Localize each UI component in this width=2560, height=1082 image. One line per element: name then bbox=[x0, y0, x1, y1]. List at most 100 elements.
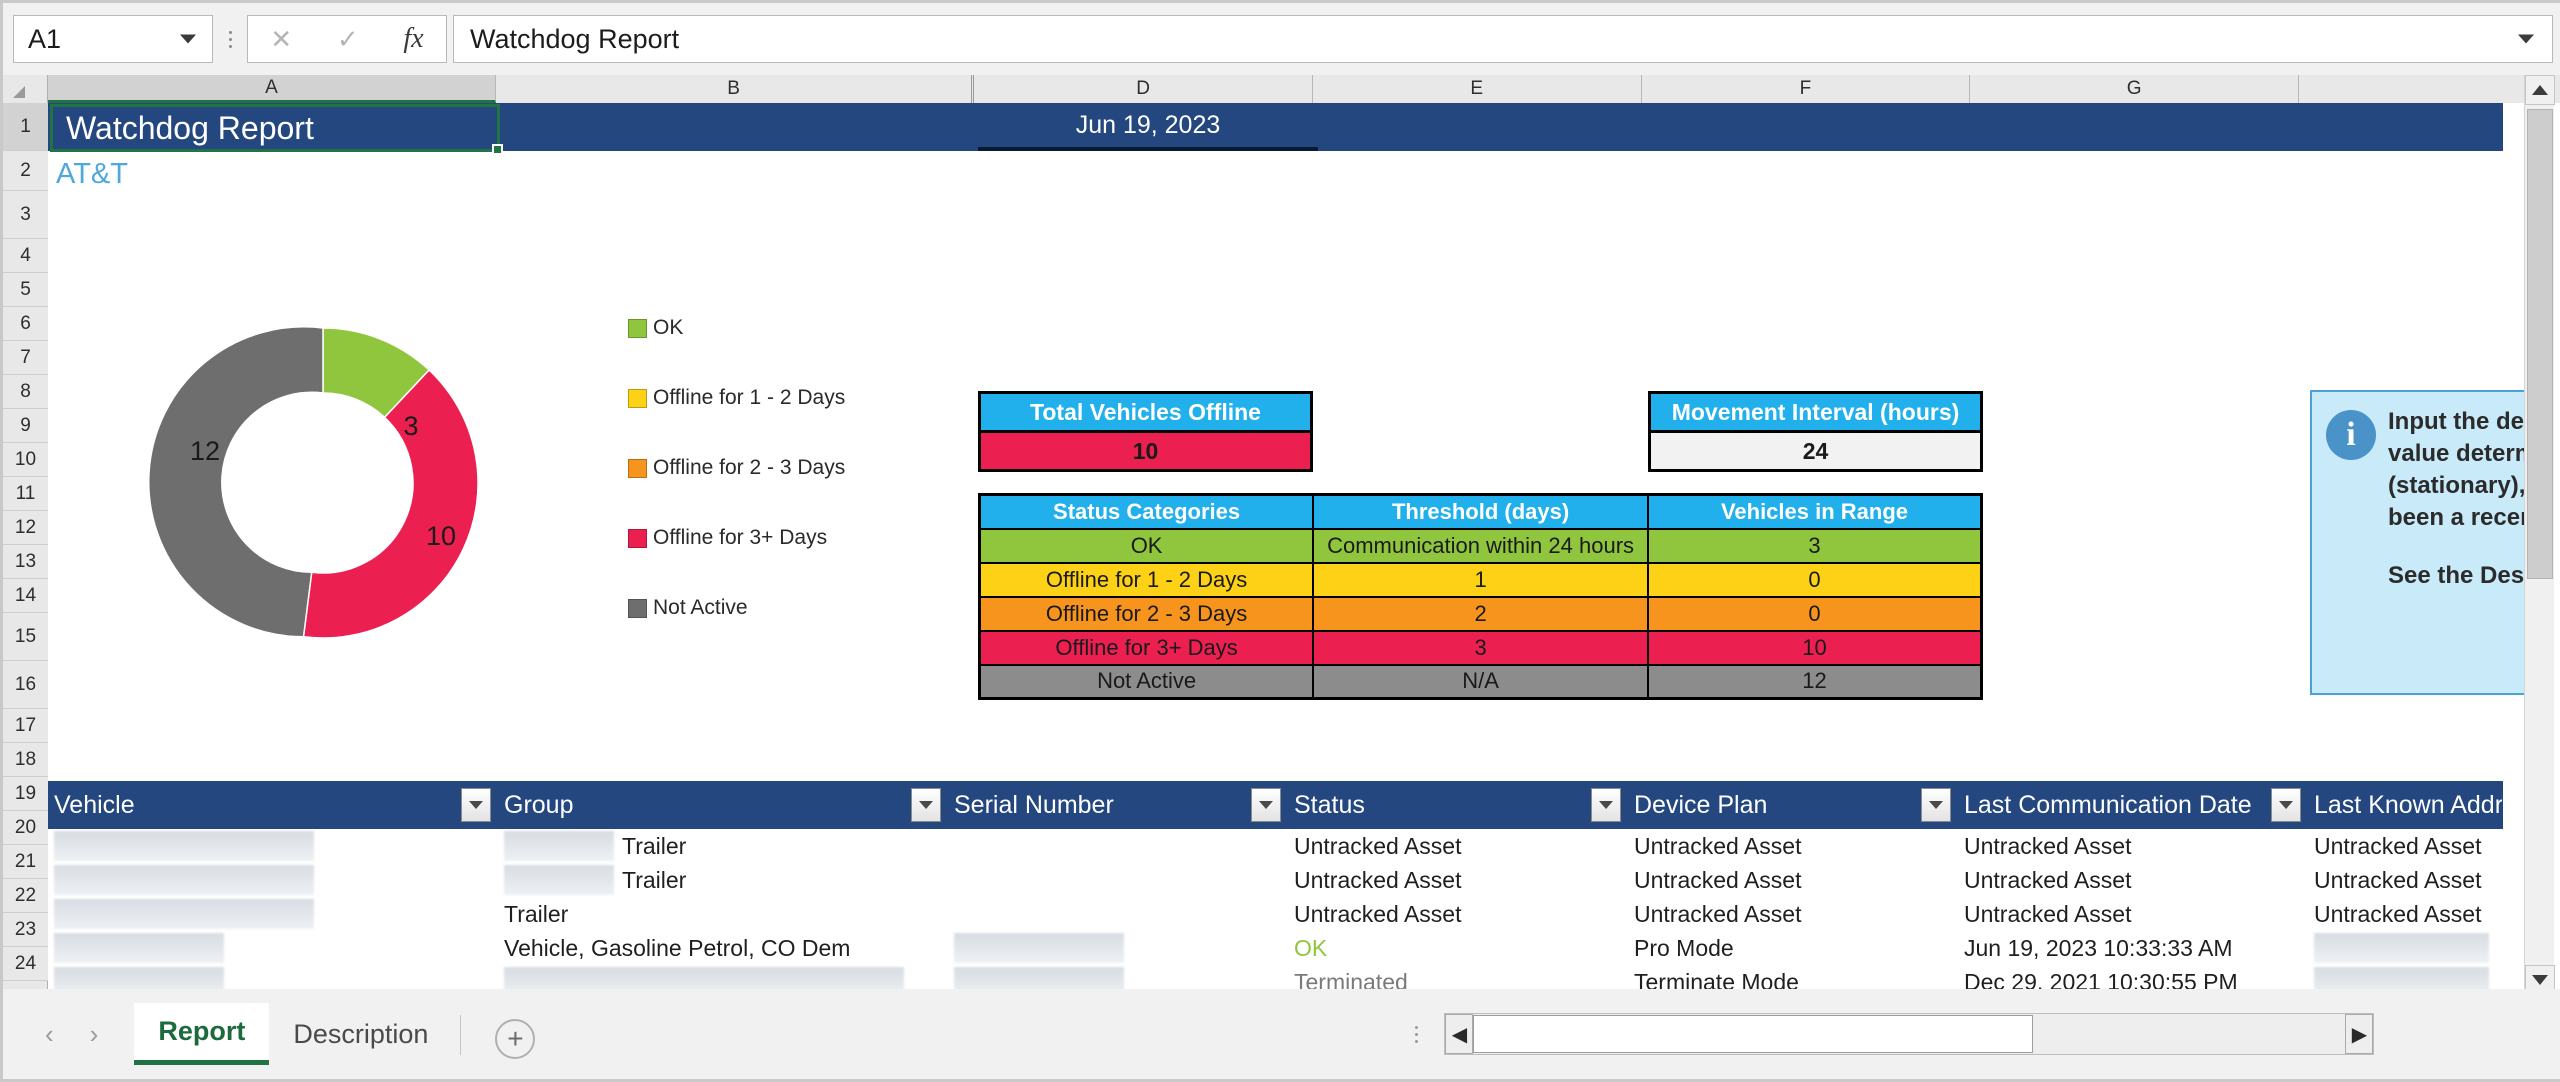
kpi-total-vehicles-offline: Total Vehicles Offline 10 bbox=[978, 391, 1313, 472]
formula-expand-icon[interactable] bbox=[2518, 34, 2534, 44]
row-header-24[interactable]: 24 bbox=[3, 947, 48, 981]
table-row[interactable]: Trailer Untracked Asset Untracked Asset … bbox=[48, 897, 2503, 931]
filter-dropdown-device-plan[interactable] bbox=[1921, 788, 1951, 822]
filter-dropdown-status[interactable] bbox=[1591, 788, 1621, 822]
filter-dropdown-group[interactable] bbox=[911, 788, 941, 822]
status-cell-threshold-offline-2-3: 2 bbox=[1312, 595, 1649, 632]
row-header-12[interactable]: 12 bbox=[3, 511, 48, 545]
chevron-left-icon[interactable]: ‹ bbox=[45, 1019, 54, 1050]
scroll-right-icon[interactable]: ▶ bbox=[2345, 1014, 2374, 1054]
row-header-6[interactable]: 6 bbox=[3, 307, 48, 341]
row-header-20[interactable]: 20 bbox=[3, 811, 48, 845]
chevron-down-icon[interactable] bbox=[180, 34, 196, 44]
legend-item-ok[interactable]: OK bbox=[628, 293, 958, 363]
column-header-d[interactable]: D bbox=[974, 75, 1313, 103]
data-th-device-plan-label: Device Plan bbox=[1634, 790, 1768, 819]
cancel-icon[interactable]: ✕ bbox=[270, 24, 292, 55]
data-th-group[interactable]: Group bbox=[498, 781, 948, 829]
column-header-row: A B D E F G bbox=[3, 75, 2560, 103]
cell-device-plan: Untracked Asset bbox=[1634, 832, 1802, 859]
info-line-2: value determ bbox=[2388, 440, 2528, 467]
legend-item-offline-3plus[interactable]: Offline for 3+ Days bbox=[628, 503, 958, 573]
plus-circle-icon[interactable]: + bbox=[495, 1019, 536, 1059]
cell-vehicle bbox=[48, 897, 498, 931]
cell-last-address: Untracked Asset bbox=[2314, 832, 2482, 859]
table-row[interactable]: Vehicle, Gasoline Petrol, CO Dem OK Pro … bbox=[48, 931, 2503, 965]
row-header-22[interactable]: 22 bbox=[3, 879, 48, 913]
cell-serial bbox=[948, 931, 1288, 965]
scroll-left-icon[interactable]: ◀ bbox=[1445, 1014, 1474, 1054]
filter-dropdown-serial[interactable] bbox=[1251, 788, 1281, 822]
row-header-11[interactable]: 11 bbox=[3, 477, 48, 511]
row-header-21[interactable]: 21 bbox=[3, 845, 48, 879]
info-line-5: See the Desc bbox=[2388, 562, 2528, 589]
horizontal-scrollbar[interactable]: ◀ ▶ bbox=[1444, 1013, 2375, 1055]
data-th-vehicle[interactable]: Vehicle bbox=[48, 781, 498, 829]
status-donut-chart[interactable]: 3 10 12 bbox=[103, 278, 543, 698]
row-header-18[interactable]: 18 bbox=[3, 743, 48, 777]
row-header-1[interactable]: 1 bbox=[3, 103, 48, 151]
column-header-g[interactable]: G bbox=[1970, 75, 2300, 103]
select-all-corner[interactable] bbox=[3, 75, 48, 103]
row-header-4[interactable]: 4 bbox=[3, 239, 48, 273]
status-cell-count-offline-2-3: 0 bbox=[1646, 595, 1983, 632]
status-cell-threshold-offline-3plus: 3 bbox=[1312, 629, 1649, 666]
row-header-15[interactable]: 15 bbox=[3, 613, 48, 661]
report-date: Jun 19, 2023 bbox=[978, 103, 1318, 151]
column-header-b[interactable]: B bbox=[496, 75, 975, 103]
sheet-tab-report[interactable]: Report bbox=[134, 1003, 270, 1065]
status-row-offline-1-2: Offline for 1 - 2 Days 1 0 bbox=[978, 561, 1983, 598]
row-header-5[interactable]: 5 bbox=[3, 273, 48, 307]
column-header-f[interactable]: F bbox=[1641, 75, 1971, 103]
status-cell-category-offline-2-3: Offline for 2 - 3 Days bbox=[978, 595, 1315, 632]
vertical-scroll-thumb[interactable] bbox=[2527, 109, 2553, 579]
status-row-offline-3plus: Offline for 3+ Days 3 10 bbox=[978, 629, 1983, 666]
row-header-19[interactable]: 19 bbox=[3, 777, 48, 811]
vehicle-data-table: Vehicle Group Serial Number Status Devic… bbox=[48, 781, 2503, 995]
row-header-7[interactable]: 7 bbox=[3, 341, 48, 375]
row-header-8[interactable]: 8 bbox=[3, 375, 48, 409]
data-th-serial[interactable]: Serial Number bbox=[948, 781, 1288, 829]
filter-dropdown-last-comm[interactable] bbox=[2271, 788, 2301, 822]
sheet-tab-description[interactable]: Description bbox=[269, 1003, 452, 1065]
check-icon[interactable]: ✓ bbox=[337, 24, 359, 55]
row-header-17[interactable]: 17 bbox=[3, 709, 48, 743]
scroll-up-icon[interactable] bbox=[2525, 75, 2555, 105]
chevron-right-icon[interactable]: › bbox=[90, 1019, 99, 1050]
info-icon: i bbox=[2326, 410, 2376, 460]
legend-item-offline-1-2[interactable]: Offline for 1 - 2 Days bbox=[628, 363, 958, 433]
row-header-16[interactable]: 16 bbox=[3, 661, 48, 709]
table-row[interactable]: Trailer Untracked Asset Untracked Asset … bbox=[48, 829, 2503, 863]
kpi-interval-label: Movement Interval (hours) bbox=[1651, 394, 1980, 433]
formula-action-group: ✕ ✓ fx bbox=[247, 15, 447, 63]
column-header-a[interactable]: A bbox=[47, 75, 497, 103]
filter-dropdown-vehicle[interactable] bbox=[461, 788, 491, 822]
cell-last-comm: Jun 19, 2023 10:33:33 AM bbox=[1964, 934, 2233, 961]
legend-item-not-active[interactable]: Not Active bbox=[628, 573, 958, 643]
legend-label-offline-2-3: Offline for 2 - 3 Days bbox=[653, 456, 846, 479]
row-header-13[interactable]: 13 bbox=[3, 545, 48, 579]
data-th-device-plan[interactable]: Device Plan bbox=[1628, 781, 1958, 829]
data-th-last-address[interactable]: Last Known Address bbox=[2308, 781, 2503, 829]
name-box[interactable]: A1 bbox=[13, 15, 213, 63]
row-header-23[interactable]: 23 bbox=[3, 913, 48, 947]
kpi-interval-input[interactable]: 24 bbox=[1651, 433, 1980, 469]
row-header-10[interactable]: 10 bbox=[3, 443, 48, 477]
horizontal-scroll-thumb[interactable] bbox=[1473, 1015, 2034, 1053]
formula-input[interactable]: Watchdog Report bbox=[453, 15, 2553, 63]
table-row[interactable]: Trailer Untracked Asset Untracked Asset … bbox=[48, 863, 2503, 897]
row-header-9[interactable]: 9 bbox=[3, 409, 48, 443]
fx-icon[interactable]: fx bbox=[403, 23, 423, 55]
data-th-status[interactable]: Status bbox=[1288, 781, 1628, 829]
row-header-3[interactable]: 3 bbox=[3, 191, 48, 239]
sheet-tab-bar: ‹ › Report Description + ◀ ▶ bbox=[3, 989, 2560, 1079]
column-header-e[interactable]: E bbox=[1312, 75, 1642, 103]
row-header-14[interactable]: 14 bbox=[3, 579, 48, 613]
row-header-2[interactable]: 2 bbox=[3, 151, 48, 191]
cell-device-plan: Untracked Asset bbox=[1634, 866, 1802, 893]
vertical-scrollbar[interactable] bbox=[2524, 75, 2555, 995]
status-cell-count-not-active: 12 bbox=[1646, 663, 1983, 700]
data-th-last-comm[interactable]: Last Communication Date bbox=[1958, 781, 2308, 829]
legend-item-offline-2-3[interactable]: Offline for 2 - 3 Days bbox=[628, 433, 958, 503]
data-th-vehicle-label: Vehicle bbox=[54, 790, 135, 819]
